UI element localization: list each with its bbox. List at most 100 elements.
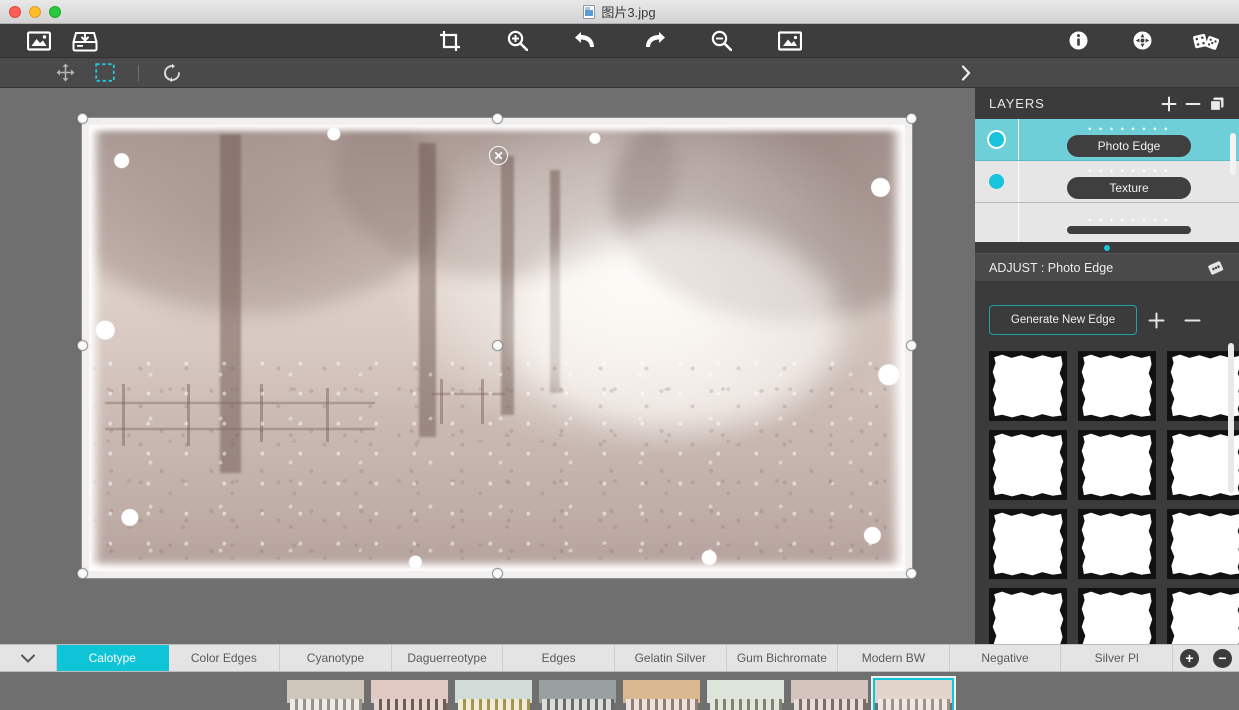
preset-item[interactable]: Extreme Edge [453,678,534,710]
layer-name[interactable]: Photo Edge [1067,134,1191,157]
edge-thumbnail[interactable] [1078,509,1156,579]
resize-handle-bottom-left[interactable] [77,568,88,579]
edge-grid-scrollbar[interactable] [1228,343,1234,493]
marquee-select-tool-icon[interactable] [92,61,118,85]
info-icon[interactable] [1065,29,1091,53]
rotate-reset-icon[interactable] [159,61,185,85]
edge-thumbnail[interactable] [1167,509,1239,579]
window-title: 图片3.jpg [601,5,656,20]
duplicate-layer-icon[interactable] [1205,93,1229,115]
layer-visibility-cell[interactable] [975,119,1019,160]
open-image-icon[interactable] [26,29,52,53]
remove-layer-button[interactable] [1181,93,1205,115]
tab-color-edges[interactable]: Color Edges [169,645,281,671]
add-layer-button[interactable] [1157,93,1181,115]
app-body: ✕ LAYERS • • • • • • • • Photo Edge • • … [0,88,1239,644]
preset-thumbnail[interactable] [621,678,702,710]
tab-negative[interactable]: Negative [950,645,1062,671]
edge-thumbnail[interactable] [1078,351,1156,421]
preset-thumbnail[interactable] [789,678,870,710]
chevron-down-icon[interactable] [0,645,57,671]
resize-handle-bottom-right[interactable] [906,568,917,579]
resize-handle-top-center[interactable] [492,113,503,124]
settings-icon[interactable] [1129,29,1155,53]
preset-thumbnail[interactable] [537,678,618,710]
move-tool-icon[interactable] [52,61,78,85]
edge-thumbnail[interactable] [1078,588,1156,644]
tab-modern-bw[interactable]: Modern BW [838,645,950,671]
dice-options-icon[interactable] [1203,257,1227,279]
resize-handle-middle-right[interactable] [906,340,917,351]
edge-thumbnail[interactable] [989,430,1067,500]
page-indicator-dot[interactable] [1104,244,1110,251]
redo-icon[interactable] [641,29,667,53]
undo-icon[interactable] [573,29,599,53]
tab-calotype[interactable]: Calotype [57,645,169,671]
remove-edge-button[interactable] [1175,307,1209,333]
layer-name[interactable] [1067,225,1191,234]
layers-list[interactable]: • • • • • • • • Photo Edge • • • • • • •… [975,119,1239,242]
layer-row[interactable]: • • • • • • • • Photo Edge [975,119,1239,161]
layer-drag-handle[interactable]: • • • • • • • • [1088,124,1170,134]
layer-visibility-toggle[interactable] [989,174,1004,189]
save-to-disk-icon[interactable] [72,29,98,53]
edge-thumbnail[interactable] [989,351,1067,421]
preset-thumbnail[interactable] [369,678,450,710]
preset-item[interactable]: Textured Black [789,678,870,710]
layer-drag-handle[interactable]: • • • • • • • • [1088,166,1170,176]
adjust-panel-header: ADJUST : Photo Edge [975,253,1239,281]
layer-name[interactable]: Texture [1067,176,1191,199]
tab-gum-bichromate[interactable]: Gum Bichromate [727,645,839,671]
chevron-right-icon[interactable] [955,62,977,84]
resize-handle-bottom-center[interactable] [492,568,503,579]
zoom-out-icon[interactable] [709,29,735,53]
layer-row[interactable]: • • • • • • • • [975,203,1239,242]
edge-thumbnail[interactable] [1078,430,1156,500]
tab-daguerreotype[interactable]: Daguerreotype [392,645,504,671]
preset-thumbnail[interactable] [453,678,534,710]
photo-frame[interactable]: ✕ [77,113,917,579]
layer-drag-handle[interactable]: • • • • • • • • [1088,215,1170,225]
document-icon [583,4,596,19]
fit-image-icon[interactable] [777,29,803,53]
toolbar-right-group [1065,29,1219,53]
edge-thumbnail[interactable] [1167,588,1239,644]
preset-item[interactable]: Faded Portrait [537,678,618,710]
layers-scrollbar[interactable] [1230,133,1236,175]
preset-thumbnail[interactable] [705,678,786,710]
preset-item[interactable]: Faded [621,678,702,710]
tab-edges[interactable]: Edges [503,645,615,671]
resize-handle-middle-left[interactable] [77,340,88,351]
remove-filter-button[interactable]: − [1206,645,1239,671]
generate-row: Generate New Edge [975,281,1239,335]
add-filter-button[interactable]: + [1173,645,1206,671]
preset-item[interactable]: Calotype 1 [285,678,366,710]
edge-thumbnail[interactable] [989,509,1067,579]
tab-cyanotype[interactable]: Cyanotype [280,645,392,671]
preset-item-selected[interactable]: Textured Landscape [873,678,954,710]
canvas-area[interactable]: ✕ [0,88,975,644]
layer-row[interactable]: • • • • • • • • Texture [975,161,1239,203]
layer-visibility-toggle[interactable] [989,132,1004,147]
add-edge-button[interactable] [1139,307,1173,333]
tab-silver-pl[interactable]: Silver Pl [1061,645,1173,671]
close-icon[interactable]: ✕ [489,146,508,165]
dice-icon[interactable] [1193,29,1219,53]
preset-thumbnail[interactable] [285,678,366,710]
edge-thumbnail[interactable] [989,588,1067,644]
preset-thumbnail[interactable] [873,678,954,710]
crop-icon[interactable] [437,29,463,53]
preset-item[interactable]: Subtle Edge [705,678,786,710]
zoom-in-icon[interactable] [505,29,531,53]
tab-gelatin-silver[interactable]: Gelatin Silver [615,645,727,671]
resize-handle-top-left[interactable] [77,113,88,124]
edge-thumbnail-grid[interactable] [975,335,1239,644]
generate-new-edge-button[interactable]: Generate New Edge [989,305,1137,335]
layer-visibility-cell[interactable] [975,161,1019,202]
layer-visibility-cell[interactable] [975,203,1019,242]
resize-handle-middle-center[interactable] [492,340,503,351]
toolbar-center-group [437,29,803,53]
resize-handle-top-right[interactable] [906,113,917,124]
filter-tab-bar: Calotype Color Edges Cyanotype Daguerreo… [0,644,1239,672]
preset-item[interactable]: Colored Edge [369,678,450,710]
